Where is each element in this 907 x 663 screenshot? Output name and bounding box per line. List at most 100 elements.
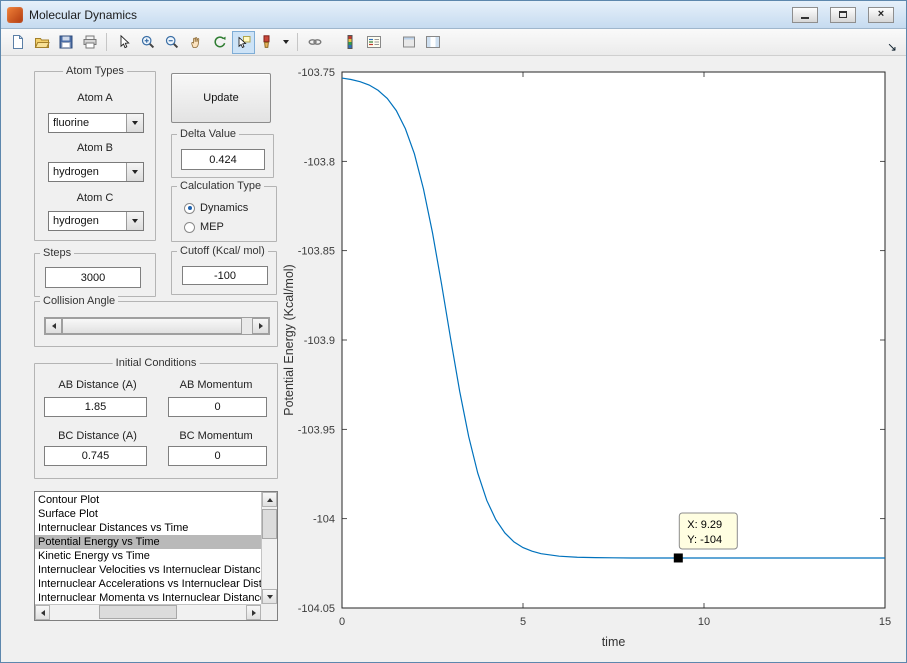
open-file-button[interactable] [30,31,53,54]
titlebar[interactable]: Molecular Dynamics × [1,1,906,29]
scroll-up-button[interactable] [262,492,277,507]
brush-button[interactable] [256,31,279,54]
plot-type-list-items: Contour PlotSurface PlotInternuclear Dis… [35,493,261,604]
scroll-down-button[interactable] [262,589,277,604]
ab-distance-input[interactable] [44,397,147,417]
list-item[interactable]: Internuclear Accelerations vs Internucle… [35,577,261,591]
legend-icon [366,34,382,50]
datatip-marker[interactable] [674,553,683,562]
plot-area[interactable] [342,72,885,608]
x-tick-label: 5 [520,616,526,628]
arrow-down-icon [267,595,273,599]
y-axis-label: Potential Energy (Kcal/mol) [282,264,296,415]
list-item[interactable]: Internuclear Velocities vs Internuclear … [35,563,261,577]
radio-mep-label: MEP [200,221,224,233]
radio-button-icon [184,203,195,214]
atom-b-dropdown-button[interactable] [126,163,143,181]
molecular-dynamics-window: Molecular Dynamics × ↘ 051015-103.75 [0,0,907,663]
atom-a-dropdown-button[interactable] [126,114,143,132]
brush-dropdown-button[interactable] [280,31,292,54]
cutoff-input[interactable] [182,266,268,285]
atom-types-group: Atom Types Atom A fluorine Atom B hydrog… [34,71,156,241]
plot-type-listbox[interactable]: Contour PlotSurface PlotInternuclear Dis… [34,491,278,621]
listbox-horizontal-scrollbar[interactable] [35,604,261,620]
vertical-scroll-thumb[interactable] [262,509,277,539]
y-tick-label: -104.05 [298,603,335,615]
arrow-right-icon [259,323,263,329]
atom-c-dropdown[interactable]: hydrogen [48,211,144,231]
radio-mep[interactable]: MEP [184,221,224,233]
list-item[interactable]: Surface Plot [35,507,261,521]
listbox-vertical-scrollbar[interactable] [261,492,277,604]
matlab-figure-icon [7,7,23,23]
zoom-in-button[interactable] [136,31,159,54]
steps-group: Steps [34,253,156,297]
calculation-type-group: Calculation Type Dynamics MEP [171,186,277,242]
pan-button[interactable] [184,31,207,54]
delta-value-group: Delta Value [171,134,274,178]
figure-content: 051015-103.75-103.8-103.85-103.9-103.95-… [1,56,907,663]
collision-angle-slider[interactable] [44,317,270,335]
data-cursor-button[interactable] [232,31,255,54]
bc-momentum-input[interactable] [168,446,267,466]
y-tick-label: -103.9 [304,335,335,347]
chevron-down-icon [132,170,138,174]
scroll-left-button[interactable] [35,605,50,620]
y-tick-label: -103.75 [298,67,335,79]
close-button[interactable]: × [868,7,894,23]
delta-value-title: Delta Value [177,128,239,140]
atom-a-label: Atom A [35,92,155,104]
chevron-down-icon [283,40,289,44]
slider-thumb[interactable] [62,318,242,334]
slider-right-arrow[interactable] [252,318,269,334]
x-axis-label: time [602,635,626,649]
rotate-3d-button[interactable] [208,31,231,54]
show-plot-tools-button[interactable] [421,31,444,54]
initial-conditions-group: Initial Conditions AB Distance (A) AB Mo… [34,363,278,479]
slider-left-arrow[interactable] [45,318,62,334]
edit-plot-button[interactable] [112,31,135,54]
atom-types-title: Atom Types [63,65,127,77]
save-figure-icon [58,34,74,50]
scroll-right-button[interactable] [246,605,261,620]
print-figure-button[interactable] [78,31,101,54]
minimize-icon [801,17,809,19]
hide-plot-tools-button[interactable] [397,31,420,54]
y-tick-label: -103.95 [298,424,335,436]
open-file-icon [34,34,50,50]
new-figure-button[interactable] [6,31,29,54]
window-title: Molecular Dynamics [29,8,137,22]
bc-distance-input[interactable] [44,446,147,466]
arrow-left-icon [52,323,56,329]
list-item[interactable]: Potential Energy vs Time [35,535,261,549]
ab-distance-label: AB Distance (A) [40,379,155,391]
insert-legend-button[interactable] [362,31,385,54]
zoom-out-button[interactable] [160,31,183,54]
minimize-button[interactable] [792,7,818,23]
maximize-button[interactable] [830,7,856,23]
list-item[interactable]: Contour Plot [35,493,261,507]
atom-b-dropdown[interactable]: hydrogen [48,162,144,182]
update-button[interactable]: Update [171,73,271,123]
steps-input[interactable] [45,267,141,288]
atom-c-dropdown-button[interactable] [126,212,143,230]
colorbar-icon [342,34,358,50]
y-tick-label: -103.85 [298,246,335,258]
cutoff-group: Cutoff (Kcal/ mol) [171,251,277,295]
atom-c-value: hydrogen [53,215,99,227]
atom-a-dropdown[interactable]: fluorine [48,113,144,133]
atom-b-label: Atom B [35,142,155,154]
list-item[interactable]: Internuclear Distances vs Time [35,521,261,535]
save-figure-button[interactable] [54,31,77,54]
dock-figure-icon[interactable]: ↘ [887,40,901,55]
list-item[interactable]: Kinetic Energy vs Time [35,549,261,563]
radio-dynamics[interactable]: Dynamics [184,202,248,214]
delta-value-input[interactable] [181,149,265,170]
list-item[interactable]: Internuclear Momenta vs Internuclear Dis… [35,591,261,604]
y-tick-label: -104 [313,514,335,526]
link-plot-button[interactable] [303,31,326,54]
horizontal-scroll-thumb[interactable] [99,605,177,619]
ab-momentum-input[interactable] [168,397,267,417]
window-controls: × [792,7,900,23]
insert-colorbar-button[interactable] [338,31,361,54]
